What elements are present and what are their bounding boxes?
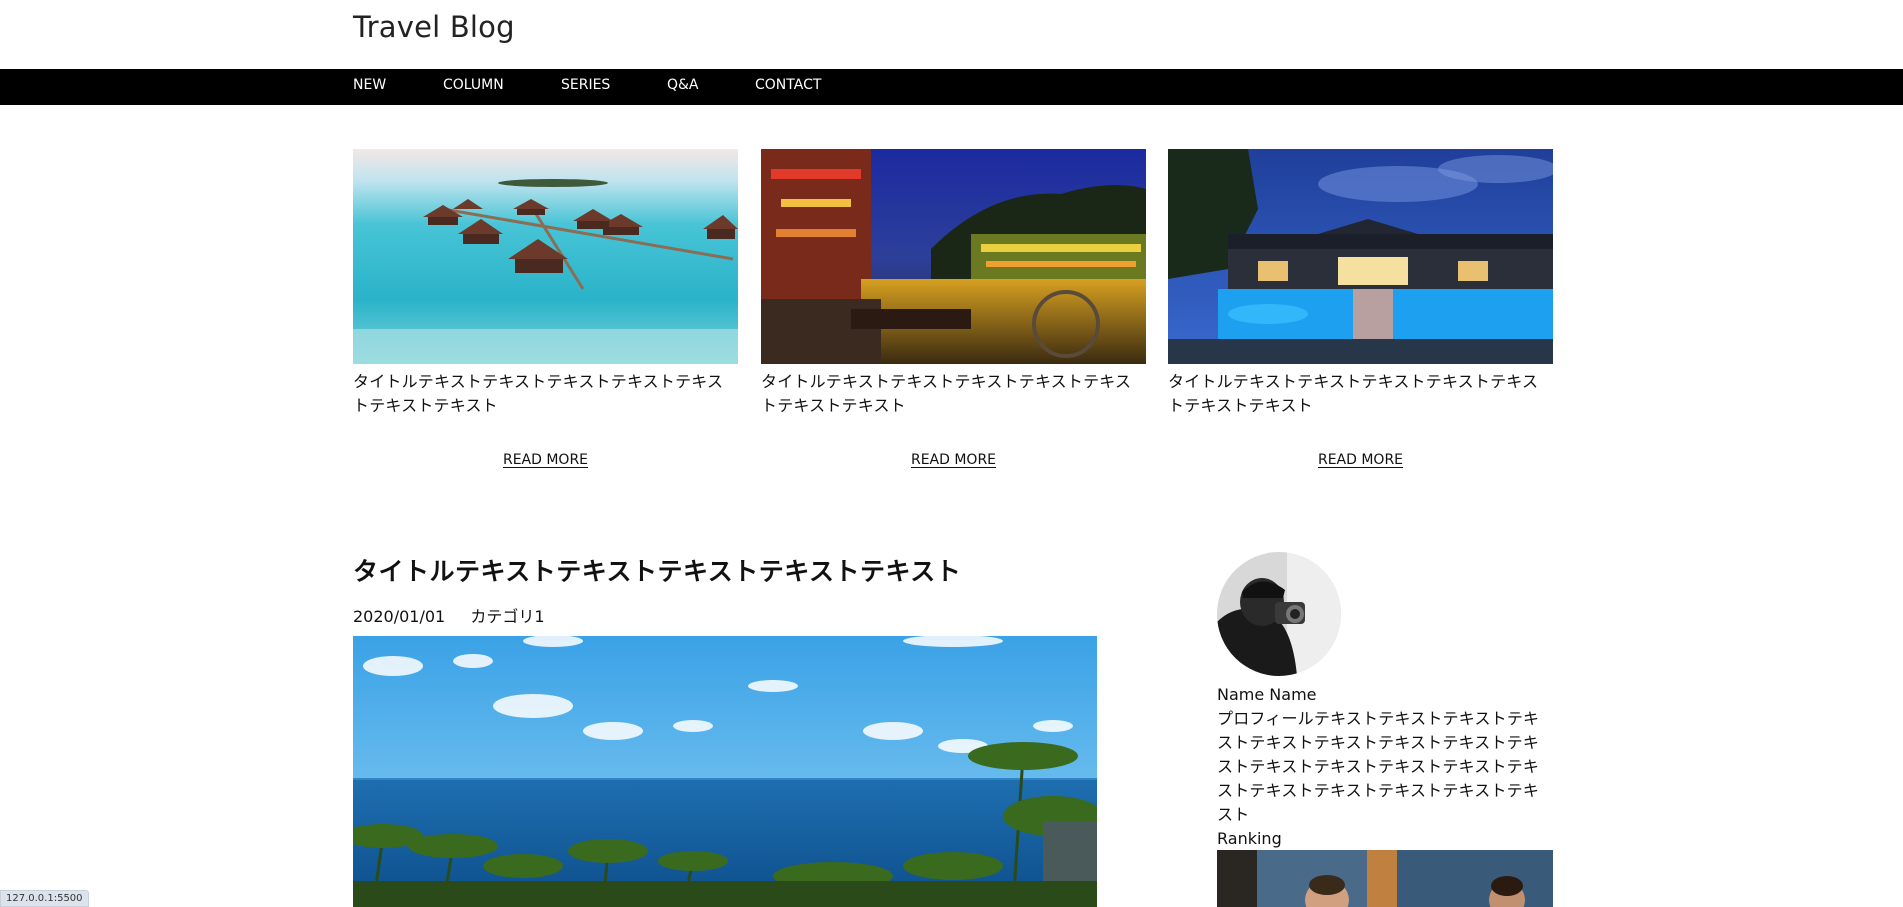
card-title[interactable]: タイトルテキストテキストテキストテキストテキストテキストテキスト bbox=[761, 370, 1146, 418]
avatar bbox=[1217, 552, 1341, 676]
read-more-link[interactable]: READ MORE bbox=[1318, 452, 1403, 468]
read-more-link-container: READ MORE bbox=[1168, 452, 1553, 468]
read-more-link-container: READ MORE bbox=[761, 452, 1146, 468]
main-navigation: NEW COLUMN SERIES Q&A CONTACT bbox=[0, 69, 1903, 105]
nav-item-qa[interactable]: Q&A bbox=[667, 69, 699, 105]
nav-item-series[interactable]: SERIES bbox=[561, 69, 610, 105]
card-image-resort-pool[interactable] bbox=[1168, 149, 1553, 364]
card-image-overwater-bungalows[interactable] bbox=[353, 149, 738, 364]
card-image-night-riverside-town[interactable] bbox=[761, 149, 1146, 364]
read-more-link-container: READ MORE bbox=[353, 452, 738, 468]
article-date: 2020/01/01 bbox=[353, 607, 446, 626]
browser-status-url: 127.0.0.1:5500 bbox=[0, 890, 89, 907]
nav-item-contact[interactable]: CONTACT bbox=[755, 69, 821, 105]
article-card: タイトルテキストテキストテキストテキストテキストテキストテキスト READ MO… bbox=[353, 149, 738, 468]
ranking-image[interactable] bbox=[1217, 850, 1553, 907]
article-card: タイトルテキストテキストテキストテキストテキストテキストテキスト READ MO… bbox=[1168, 149, 1553, 468]
site-header: Travel Blog bbox=[0, 0, 1903, 69]
profile-name: Name Name bbox=[1217, 685, 1317, 704]
article-image-ocean-resort bbox=[353, 636, 1097, 907]
article-meta: 2020/01/01 カテゴリ1 bbox=[353, 603, 545, 627]
profile-text: プロフィールテキストテキストテキストテキストテキストテキストテキストテキストテキ… bbox=[1217, 709, 1540, 824]
article-title[interactable]: タイトルテキストテキストテキストテキストテキスト bbox=[353, 552, 961, 588]
site-title[interactable]: Travel Blog bbox=[353, 10, 515, 44]
card-title[interactable]: タイトルテキストテキストテキストテキストテキストテキストテキスト bbox=[353, 370, 738, 418]
nav-item-column[interactable]: COLUMN bbox=[443, 69, 504, 105]
read-more-link[interactable]: READ MORE bbox=[503, 452, 588, 468]
article-card: タイトルテキストテキストテキストテキストテキストテキストテキスト READ MO… bbox=[761, 149, 1146, 468]
read-more-link[interactable]: READ MORE bbox=[911, 452, 996, 468]
ranking-heading: Ranking bbox=[1217, 829, 1282, 848]
card-title[interactable]: タイトルテキストテキストテキストテキストテキストテキストテキスト bbox=[1168, 370, 1553, 418]
article-category[interactable]: カテゴリ1 bbox=[470, 607, 544, 626]
nav-item-new[interactable]: NEW bbox=[353, 69, 386, 105]
